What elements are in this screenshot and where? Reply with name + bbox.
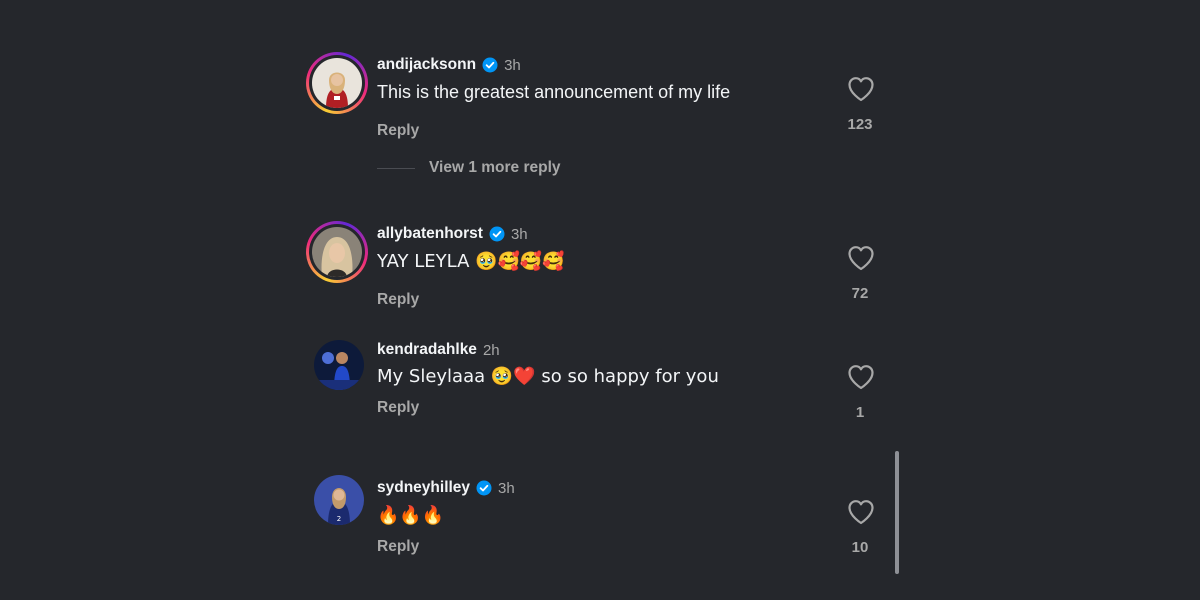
username[interactable]: sydneyhilley (377, 479, 470, 497)
like-count: 123 (847, 116, 873, 133)
reply-button[interactable]: Reply (377, 122, 419, 140)
reply-button[interactable]: Reply (377, 399, 419, 417)
timestamp: 3h (498, 479, 515, 497)
comment-text: 🔥🔥🔥 (377, 505, 445, 526)
avatar-image: 2 (314, 475, 364, 525)
username[interactable]: andijacksonn (377, 56, 476, 74)
heart-outline-icon[interactable] (847, 245, 875, 271)
comment-text: YAY LEYLA 🥹🥰🥰🥰 (377, 251, 565, 272)
reply-button[interactable]: Reply (377, 538, 419, 556)
timestamp: 3h (510, 225, 528, 243)
heart-outline-icon[interactable] (847, 76, 875, 102)
avatar (312, 227, 362, 277)
verified-badge-icon (489, 226, 505, 242)
svg-text:2: 2 (337, 515, 341, 523)
heart-outline-icon[interactable] (847, 499, 875, 525)
comment-text: This is the greatest announcement of my … (377, 82, 731, 102)
comments-panel: andijacksonn 3h This is the greatest ann… (0, 0, 1200, 600)
username[interactable]: allybatenhorst (377, 225, 483, 243)
reply-thread-line (377, 167, 415, 169)
avatar-image (314, 340, 364, 390)
avatar[interactable] (314, 340, 364, 390)
heart-outline-icon[interactable] (847, 364, 875, 390)
avatar-story-ring[interactable] (306, 52, 368, 114)
timestamp: 2h (482, 341, 500, 359)
like-count: 10 (851, 539, 869, 556)
verified-badge-icon (482, 57, 498, 73)
verified-badge-icon (476, 480, 492, 496)
view-more-replies-button[interactable]: View 1 more reply (377, 159, 561, 177)
username[interactable]: kendradahlke (377, 341, 477, 359)
view-more-label: View 1 more reply (429, 159, 561, 176)
reply-button[interactable]: Reply (377, 291, 419, 309)
timestamp: 3h (504, 56, 521, 74)
comment-text: My Sleylaaa 🥹❤️ so so happy for you (377, 366, 719, 387)
like-count: 72 (851, 285, 869, 302)
avatar-story-ring[interactable] (306, 221, 368, 283)
avatar (312, 58, 362, 108)
like-count: 1 (855, 404, 865, 421)
avatar[interactable]: 2 (314, 475, 364, 525)
scrollbar-thumb[interactable] (895, 451, 899, 574)
